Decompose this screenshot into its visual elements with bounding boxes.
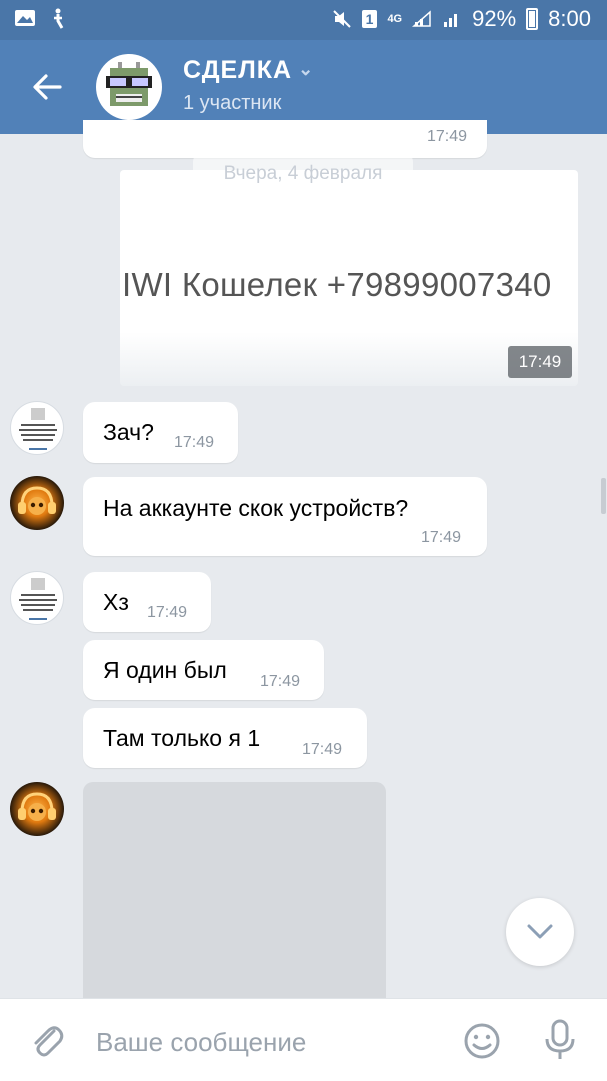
message-time: 17:49 bbox=[174, 434, 215, 451]
battery-icon bbox=[526, 8, 539, 30]
image-loading-placeholder[interactable] bbox=[83, 782, 386, 1002]
message-time: 17:49 bbox=[426, 128, 467, 145]
clock: 8:00 bbox=[548, 6, 591, 31]
signal-icon bbox=[412, 10, 431, 27]
message-bubble[interactable]: Там только я 1 17:49 bbox=[83, 708, 367, 768]
message-time: 17:49 bbox=[421, 529, 462, 546]
message-text: Я один был bbox=[103, 657, 227, 683]
date-separator: Вчера, 4 февраля bbox=[193, 152, 413, 196]
robot-avatar-icon bbox=[106, 62, 152, 106]
message-bubble[interactable]: На аккаунте скок устройств? 17:49 bbox=[83, 477, 487, 556]
message-text: Зач? bbox=[103, 419, 154, 445]
skull-avatar-icon bbox=[18, 486, 56, 515]
mute-icon bbox=[332, 10, 351, 28]
message-bubble[interactable]: Зач? 17:49 bbox=[83, 402, 238, 463]
chevron-down-icon bbox=[527, 924, 553, 939]
message-text: На аккаунте скок устройств? bbox=[103, 495, 409, 521]
status-bar: 1 4G 92% 8:00 bbox=[0, 0, 607, 40]
message-time: 17:49 bbox=[260, 673, 301, 690]
avatar[interactable] bbox=[10, 571, 64, 625]
accessibility-icon bbox=[54, 8, 64, 29]
skull-avatar-icon bbox=[18, 792, 56, 821]
avatar[interactable] bbox=[10, 476, 64, 530]
gallery-icon bbox=[15, 10, 35, 26]
message-time: 17:49 bbox=[147, 604, 188, 621]
avatar[interactable] bbox=[10, 401, 64, 455]
chat-title[interactable]: СДЕЛКА ⌄ bbox=[183, 56, 314, 85]
photo-time: 17:49 bbox=[508, 346, 572, 378]
message-composer: Ваше сообщение bbox=[0, 998, 607, 1081]
message-time: 17:49 bbox=[302, 741, 343, 758]
group-avatar[interactable] bbox=[96, 54, 162, 120]
message-text: Хз bbox=[103, 589, 129, 615]
message-text: Там только я 1 bbox=[103, 725, 261, 751]
sim-badge: 1 bbox=[361, 10, 378, 28]
message-bubble[interactable]: Хз 17:49 bbox=[83, 572, 211, 632]
signal2-icon bbox=[444, 14, 458, 27]
attach-icon[interactable] bbox=[28, 1021, 68, 1061]
message-input[interactable]: Ваше сообщение bbox=[96, 1027, 306, 1058]
chat-title-text: СДЕЛКА bbox=[183, 56, 293, 84]
chevron-down-icon: ⌄ bbox=[298, 59, 315, 79]
meme-avatar-icon bbox=[19, 578, 57, 620]
network-type: 4G bbox=[387, 13, 403, 25]
scrollbar[interactable] bbox=[601, 478, 606, 514]
photo-text: IWI Кошелек +79899007340 bbox=[122, 266, 552, 303]
scroll-down-button[interactable] bbox=[506, 898, 574, 966]
avatar[interactable] bbox=[10, 782, 64, 836]
meme-avatar-icon bbox=[19, 408, 57, 450]
emoji-icon[interactable] bbox=[462, 1021, 502, 1061]
battery-percent: 92% bbox=[472, 6, 517, 31]
microphone-icon[interactable] bbox=[540, 1017, 580, 1063]
back-arrow-icon[interactable] bbox=[30, 70, 64, 104]
message-bubble[interactable]: Я один был 17:49 bbox=[83, 640, 324, 700]
participants-count: 1 участник bbox=[183, 92, 282, 114]
